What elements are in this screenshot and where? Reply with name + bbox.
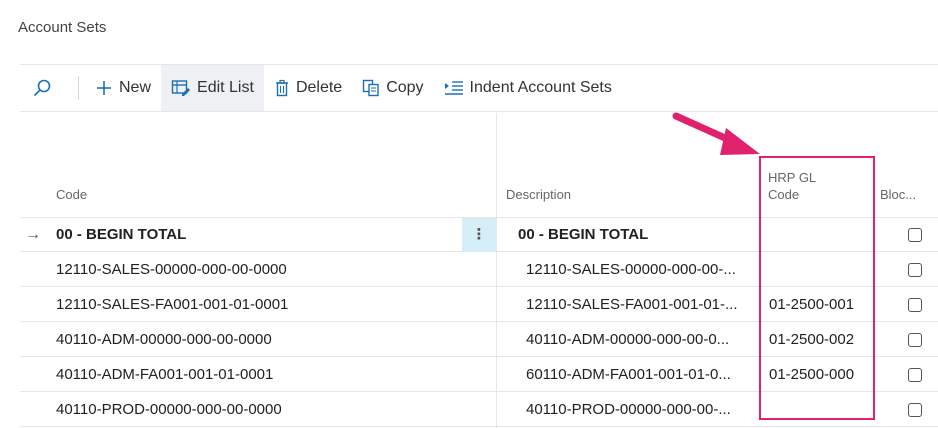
hrp-gl-code-cell[interactable]: 01-2500-000	[769, 358, 871, 392]
copy-button-label: Copy	[386, 79, 424, 96]
description-cell[interactable]: 00 - BEGIN TOTAL	[518, 218, 763, 252]
table-row[interactable]: 40110-ADM-00000-000-00-0000 40110-ADM-00…	[20, 323, 938, 357]
column-header-blocked[interactable]: Bloc...	[880, 113, 938, 217]
blocked-cell	[900, 323, 930, 357]
blocked-checkbox[interactable]	[908, 263, 922, 277]
description-cell[interactable]: 12110-SALES-00000-000-00-...	[526, 253, 771, 287]
description-cell[interactable]: 40110-PROD-00000-000-00-...	[526, 393, 771, 427]
indent-account-sets-button[interactable]: Indent Account Sets	[434, 65, 622, 111]
blocked-cell	[900, 253, 930, 287]
column-header-code[interactable]: Code	[56, 113, 456, 217]
blocked-checkbox[interactable]	[908, 333, 922, 347]
delete-button-label: Delete	[295, 79, 343, 96]
blocked-cell	[900, 288, 930, 322]
copy-button[interactable]: Copy	[352, 65, 433, 111]
hrp-gl-code-cell[interactable]	[769, 393, 871, 427]
blocked-checkbox[interactable]	[908, 368, 922, 382]
code-cell[interactable]: 12110-SALES-00000-000-00-0000	[56, 253, 456, 287]
code-cell[interactable]: 00 - BEGIN TOTAL	[56, 218, 456, 252]
search-button[interactable]	[20, 65, 78, 111]
description-cell[interactable]: 12110-SALES-FA001-001-01-...	[526, 288, 771, 322]
new-button-label: New	[119, 79, 152, 96]
toolbar-divider	[78, 76, 79, 100]
annotation-arrow-icon	[672, 112, 760, 155]
indent-account-sets-button-label: Indent Account Sets	[469, 79, 612, 96]
blocked-checkbox[interactable]	[908, 298, 922, 312]
blocked-cell	[900, 218, 930, 252]
table-row[interactable]: 12110-SALES-FA001-001-01-0001 12110-SALE…	[20, 288, 938, 322]
blocked-checkbox[interactable]	[908, 228, 922, 242]
edit-list-icon	[171, 80, 191, 96]
table-row[interactable]: 40110-ADM-FA001-001-01-0001 60110-ADM-FA…	[20, 358, 938, 392]
edit-list-button-label: Edit List	[197, 79, 254, 96]
edit-list-button[interactable]: Edit List	[161, 65, 264, 111]
indent-icon	[444, 81, 463, 95]
search-icon	[34, 79, 51, 96]
hrp-gl-code-cell[interactable]: 01-2500-001	[769, 288, 871, 322]
current-row-arrow-icon: →	[25, 226, 41, 243]
description-cell[interactable]: 40110-ADM-00000-000-00-0...	[526, 323, 771, 357]
code-cell[interactable]: 40110-ADM-FA001-001-01-0001	[56, 358, 456, 392]
plus-icon	[97, 81, 111, 95]
table-row[interactable]: 40110-PROD-00000-000-00-0000 40110-PROD-…	[20, 393, 938, 427]
hrp-gl-code-cell[interactable]	[769, 253, 871, 287]
trash-icon	[275, 79, 288, 97]
account-sets-grid: Code Description HRP GL Code Bloc... → 0…	[20, 113, 938, 428]
table-row[interactable]: 12110-SALES-00000-000-00-0000 12110-SALE…	[20, 253, 938, 287]
code-cell[interactable]: 12110-SALES-FA001-001-01-0001	[56, 288, 456, 322]
code-cell[interactable]: 40110-ADM-00000-000-00-0000	[56, 323, 456, 357]
code-cell[interactable]: 40110-PROD-00000-000-00-0000	[56, 393, 456, 427]
copy-icon	[362, 79, 379, 97]
blocked-cell	[900, 358, 930, 392]
hrp-gl-code-cell[interactable]	[769, 218, 871, 252]
blocked-cell	[900, 393, 930, 427]
blocked-checkbox[interactable]	[908, 403, 922, 417]
delete-button[interactable]: Delete	[264, 65, 352, 111]
page-title: Account Sets	[18, 19, 107, 36]
table-row[interactable]: → 00 - BEGIN TOTAL ⋮ 00 - BEGIN TOTAL	[20, 218, 938, 252]
hrp-gl-code-cell[interactable]: 01-2500-002	[769, 323, 871, 357]
column-header-hrp-gl-code[interactable]: HRP GL Code	[768, 113, 868, 217]
action-bar: New Edit List Delete Copy Indent Account…	[20, 64, 938, 112]
new-button[interactable]: New	[85, 65, 161, 111]
row-menu-button[interactable]: ⋮	[462, 218, 496, 252]
description-cell[interactable]: 60110-ADM-FA001-001-01-0...	[526, 358, 771, 392]
